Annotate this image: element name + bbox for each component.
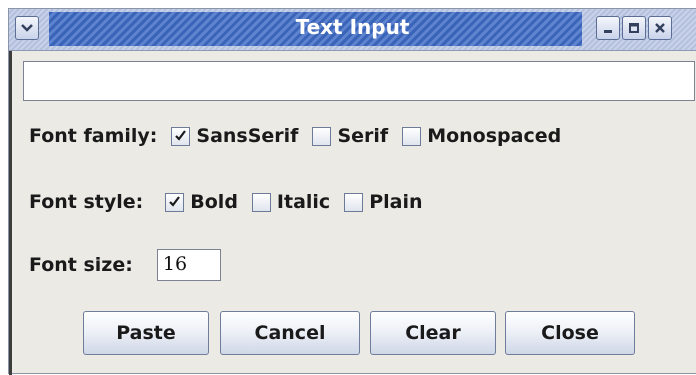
cancel-button[interactable]: Cancel (220, 311, 360, 355)
italic-label: Italic (276, 191, 331, 213)
checkbox-box (171, 125, 191, 147)
font-family-label: Font family: (29, 125, 158, 147)
maximize-icon (628, 22, 640, 34)
monospaced-checkbox[interactable]: Monospaced (402, 125, 561, 147)
serif-checkbox[interactable]: Serif (312, 125, 388, 147)
chevron-down-icon (20, 23, 34, 33)
italic-checkbox[interactable]: Italic (251, 191, 331, 213)
font-size-row: Font size: 16 (29, 249, 221, 281)
close-icon (654, 22, 666, 34)
bold-checkbox[interactable]: Bold (165, 191, 238, 213)
paste-button[interactable]: Paste (83, 311, 209, 355)
checkbox-box (402, 126, 422, 146)
maximize-button[interactable] (622, 16, 646, 40)
font-style-row: Font style: Bold Italic Plain (29, 191, 437, 213)
plain-label: Plain (369, 191, 423, 213)
close-window-button[interactable] (648, 16, 672, 40)
text-input-window: Text Input Font family: SansSerif Serif … (8, 8, 696, 375)
font-style-label: Font style: (29, 191, 144, 213)
checkmark-icon (168, 191, 181, 213)
plain-checkbox[interactable]: Plain (344, 191, 423, 213)
window-menu-button[interactable] (15, 16, 39, 40)
sansserif-label: SansSerif (196, 125, 299, 147)
checkmark-icon (174, 125, 187, 147)
sansserif-checkbox[interactable]: SansSerif (171, 125, 298, 147)
window-border (9, 51, 12, 375)
minimize-button[interactable] (596, 16, 620, 40)
monospaced-label: Monospaced (427, 125, 562, 147)
title-bar[interactable]: Text Input (9, 9, 696, 51)
window-title: Text Input (295, 15, 410, 39)
minimize-icon (602, 22, 614, 34)
font-size-label: Font size: (29, 254, 133, 276)
checkbox-box (165, 191, 185, 213)
checkbox-box (312, 126, 332, 146)
close-button[interactable]: Close (505, 311, 635, 355)
checkbox-box (344, 192, 364, 212)
bold-label: Bold (190, 191, 238, 213)
font-size-field[interactable]: 16 (156, 249, 221, 281)
text-input-field[interactable] (23, 61, 695, 101)
clear-button[interactable]: Clear (370, 311, 496, 355)
font-family-row: Font family: SansSerif Serif Monospaced (29, 125, 575, 147)
checkbox-box (251, 192, 271, 212)
serif-label: Serif (337, 125, 389, 147)
